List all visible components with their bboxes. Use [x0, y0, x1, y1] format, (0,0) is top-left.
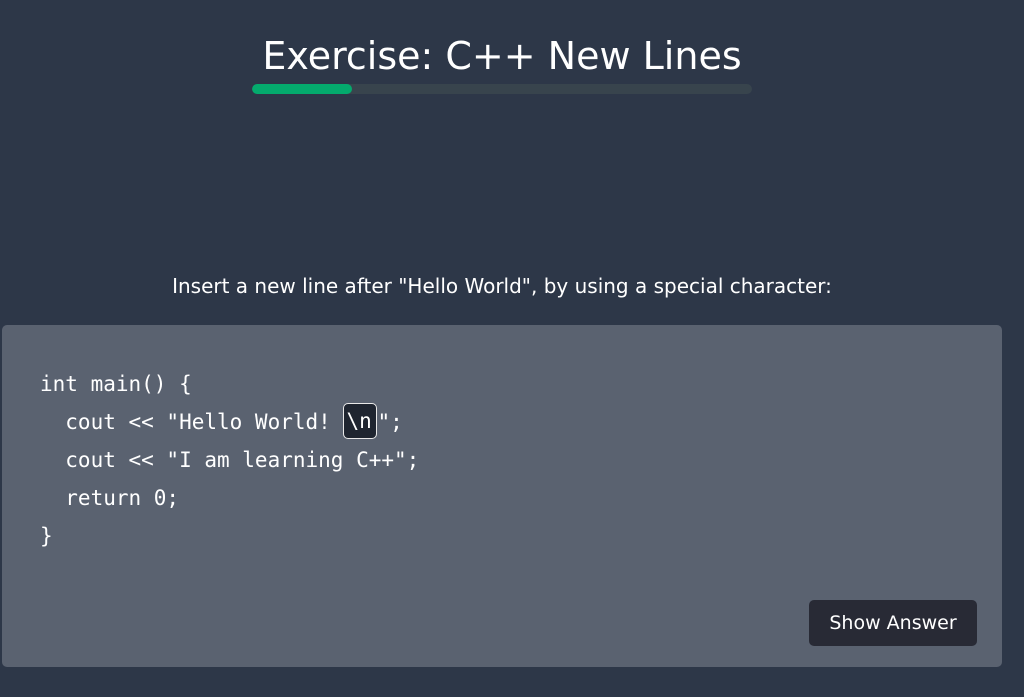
code-line: }	[40, 524, 53, 548]
code-line: return 0;	[40, 486, 180, 510]
progress-bar-fill	[252, 84, 352, 94]
exercise-title: Exercise: C++ New Lines	[262, 34, 742, 78]
code-text: cout << "Hello World!	[40, 410, 344, 434]
answer-input[interactable]: \n	[343, 403, 378, 439]
exercise-instruction: Insert a new line after "Hello World", b…	[172, 274, 832, 298]
code-line: cout << "I am learning C++";	[40, 448, 420, 472]
exercise-code-panel: int main() { cout << "Hello World! \n "; …	[2, 325, 1002, 667]
code-line: cout << "Hello World! \n ";	[40, 403, 419, 441]
progress-bar	[252, 84, 752, 94]
show-answer-button[interactable]: Show Answer	[809, 600, 977, 646]
code-block: int main() { cout << "Hello World! \n "; …	[40, 365, 419, 555]
code-text: ";	[377, 410, 403, 434]
code-line: int main() {	[40, 372, 192, 396]
